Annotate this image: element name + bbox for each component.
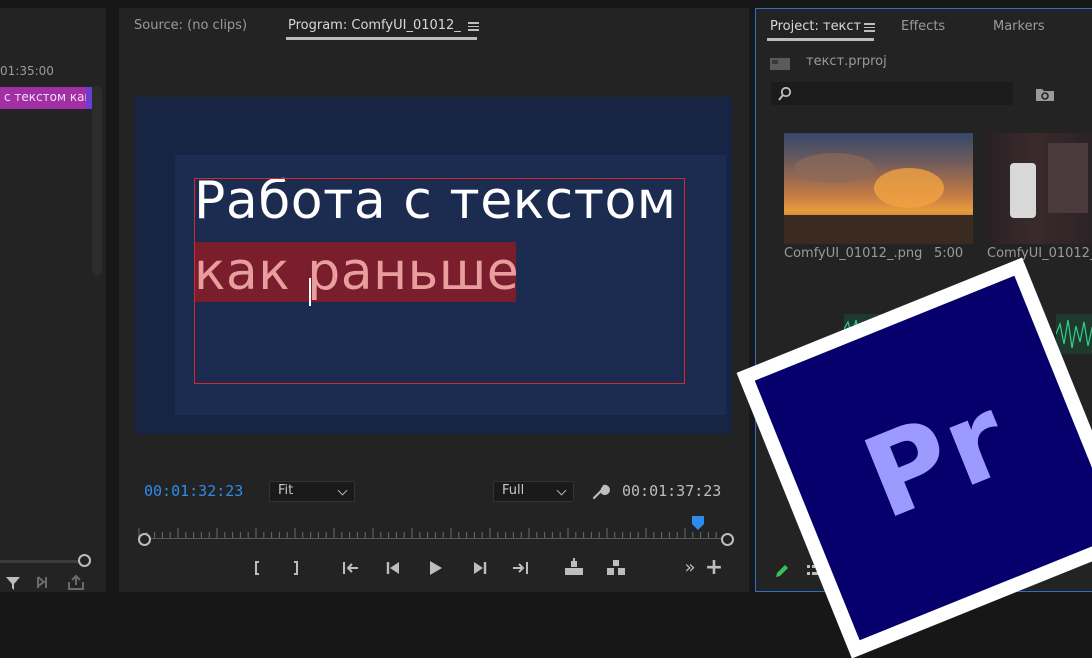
zoom-handle-left[interactable] — [138, 533, 151, 546]
zoom-scroll-track[interactable] — [143, 538, 725, 539]
resolution-value: Full — [502, 483, 525, 498]
tab-project-underline — [767, 38, 874, 41]
timeline-clip-label: с текстом как — [4, 90, 92, 104]
mark-out-icon[interactable] — [285, 557, 307, 579]
duration-timecode: 00:01:37:23 — [622, 482, 722, 500]
time-ruler[interactable] — [135, 520, 732, 540]
tab-source[interactable]: Source: (no clips) — [134, 18, 247, 33]
mark-in-icon[interactable] — [246, 557, 268, 579]
timeline-scrollbar[interactable] — [92, 86, 102, 276]
audio-waveform[interactable] — [1056, 314, 1092, 354]
filter-icon[interactable] — [4, 574, 22, 592]
go-to-in-icon[interactable] — [340, 557, 362, 579]
text-bounding-box[interactable] — [194, 178, 685, 384]
export-icon[interactable] — [66, 574, 86, 592]
playhead[interactable] — [691, 515, 705, 531]
tab-program[interactable]: Program: ComfyUI_01012_ — [288, 18, 461, 33]
snap-icon[interactable] — [34, 574, 54, 592]
timeline-ruler-timecode: ;01:35:00 — [0, 64, 54, 78]
resolution-dropdown[interactable]: Full — [493, 481, 574, 502]
pencil-icon[interactable] — [773, 562, 791, 580]
extract-icon[interactable] — [605, 557, 627, 579]
shelf-shape — [1048, 143, 1088, 213]
clip-thumbnail[interactable] — [784, 133, 973, 244]
play-icon[interactable] — [424, 557, 446, 579]
step-forward-icon[interactable] — [469, 557, 491, 579]
go-to-out-icon[interactable] — [509, 557, 531, 579]
search-input[interactable] — [771, 82, 1013, 105]
clip-name: ComfyUI_01012_.png — [784, 246, 923, 261]
menu-icon[interactable] — [468, 22, 479, 31]
cloud-shape — [874, 168, 944, 208]
chevron-down-icon — [556, 485, 567, 496]
search-icon — [778, 86, 792, 101]
menu-icon[interactable] — [864, 23, 875, 32]
timeline-panel: ;01:35:00 с текстом как — [0, 8, 106, 592]
timeline-h-scroll[interactable] — [0, 560, 84, 563]
timeline-clip[interactable]: с текстом как — [0, 87, 92, 109]
phone-shape — [1010, 163, 1036, 218]
tab-project[interactable]: Project: текст — [770, 19, 861, 34]
zoom-handle-right[interactable] — [721, 533, 734, 546]
lift-icon[interactable] — [563, 557, 585, 579]
tab-markers[interactable]: Markers — [993, 19, 1045, 34]
zoom-dropdown[interactable]: Fit — [269, 481, 355, 502]
wrench-icon[interactable] — [590, 482, 610, 502]
chevron-down-icon — [337, 485, 348, 496]
current-timecode[interactable]: 00:01:32:23 — [144, 482, 243, 500]
landscape-shape — [784, 215, 973, 244]
more-icon[interactable]: » — [679, 557, 701, 579]
clip-duration: 5:00 — [934, 246, 964, 261]
folder-icon[interactable] — [1035, 86, 1055, 102]
step-back-icon[interactable] — [382, 557, 404, 579]
tab-program-underline — [286, 37, 477, 40]
zoom-value: Fit — [278, 483, 294, 498]
tab-effects[interactable]: Effects — [901, 19, 945, 34]
project-file-name: текст.prproj — [806, 54, 887, 69]
clip-name: ComfyUI_01012_ — [987, 246, 1092, 261]
project-file-icon — [770, 58, 790, 70]
add-icon[interactable]: + — [703, 557, 725, 579]
clip-thumbnail[interactable] — [988, 133, 1092, 244]
timeline-scroll-handle[interactable] — [78, 554, 91, 567]
cloud-shape — [794, 153, 874, 183]
program-monitor-panel: Source: (no clips) Program: ComfyUI_0101… — [119, 8, 749, 592]
